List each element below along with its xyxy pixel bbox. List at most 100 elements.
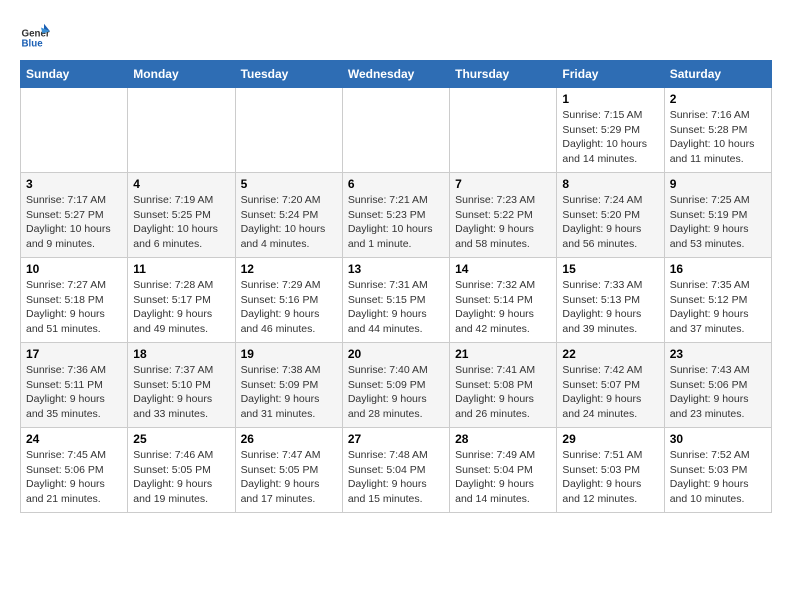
day-info: Sunrise: 7:24 AM Sunset: 5:20 PM Dayligh… [562, 193, 658, 252]
day-info: Sunrise: 7:42 AM Sunset: 5:07 PM Dayligh… [562, 363, 658, 422]
day-info: Sunrise: 7:19 AM Sunset: 5:25 PM Dayligh… [133, 193, 229, 252]
calendar-cell: 4 Sunrise: 7:19 AM Sunset: 5:25 PM Daylig… [128, 173, 235, 258]
calendar-cell: 9 Sunrise: 7:25 AM Sunset: 5:19 PM Daylig… [664, 173, 771, 258]
weekday-header-tuesday: Tuesday [235, 61, 342, 88]
calendar-cell: 20 Sunrise: 7:40 AM Sunset: 5:09 PM Dayli… [342, 343, 449, 428]
calendar-cell: 22 Sunrise: 7:42 AM Sunset: 5:07 PM Dayli… [557, 343, 664, 428]
calendar-cell: 13Sunrise: 7:31 AM Sunset: 5:15 PM Dayli… [342, 258, 449, 343]
calendar-cell: 2 Sunrise: 7:16 AM Sunset: 5:28 PM Daylig… [664, 88, 771, 173]
day-number: 26 [241, 432, 337, 446]
day-info: Sunrise: 7:46 AM Sunset: 5:05 PM Dayligh… [133, 448, 229, 507]
day-number: 6 [348, 177, 444, 191]
day-number: 20 [348, 347, 444, 361]
calendar-cell: 16 Sunrise: 7:35 AM Sunset: 5:12 PM Dayli… [664, 258, 771, 343]
day-number: 13 [348, 262, 444, 276]
day-number: 21 [455, 347, 551, 361]
day-info: Sunrise: 7:36 AM Sunset: 5:11 PM Dayligh… [26, 363, 122, 422]
calendar-cell: 15 Sunrise: 7:33 AM Sunset: 5:13 PM Dayli… [557, 258, 664, 343]
day-number: 3 [26, 177, 122, 191]
calendar-cell: 6Sunrise: 7:21 AM Sunset: 5:23 PM Daylig… [342, 173, 449, 258]
day-info: Sunrise: 7:33 AM Sunset: 5:13 PM Dayligh… [562, 278, 658, 337]
calendar-cell: 1Sunrise: 7:15 AM Sunset: 5:29 PM Daylig… [557, 88, 664, 173]
calendar-cell: 27 Sunrise: 7:48 AM Sunset: 5:04 PM Dayli… [342, 428, 449, 513]
day-number: 24 [26, 432, 122, 446]
day-info: Sunrise: 7:52 AM Sunset: 5:03 PM Dayligh… [670, 448, 766, 507]
day-info: Sunrise: 7:37 AM Sunset: 5:10 PM Dayligh… [133, 363, 229, 422]
day-number: 19 [241, 347, 337, 361]
day-info: Sunrise: 7:15 AM Sunset: 5:29 PM Dayligh… [562, 108, 658, 167]
day-info: Sunrise: 7:51 AM Sunset: 5:03 PM Dayligh… [562, 448, 658, 507]
calendar-cell: 17Sunrise: 7:36 AM Sunset: 5:11 PM Dayli… [21, 343, 128, 428]
day-number: 25 [133, 432, 229, 446]
calendar-cell [21, 88, 128, 173]
calendar-cell: 19 Sunrise: 7:38 AM Sunset: 5:09 PM Dayli… [235, 343, 342, 428]
day-info: Sunrise: 7:40 AM Sunset: 5:09 PM Dayligh… [348, 363, 444, 422]
day-number: 9 [670, 177, 766, 191]
calendar-cell: 14 Sunrise: 7:32 AM Sunset: 5:14 PM Dayli… [450, 258, 557, 343]
calendar-cell: 26 Sunrise: 7:47 AM Sunset: 5:05 PM Dayli… [235, 428, 342, 513]
weekday-header-wednesday: Wednesday [342, 61, 449, 88]
calendar-cell: 10 Sunrise: 7:27 AM Sunset: 5:18 PM Dayli… [21, 258, 128, 343]
day-number: 4 [133, 177, 229, 191]
day-number: 29 [562, 432, 658, 446]
day-info: Sunrise: 7:35 AM Sunset: 5:12 PM Dayligh… [670, 278, 766, 337]
day-number: 18 [133, 347, 229, 361]
calendar-cell: 7 Sunrise: 7:23 AM Sunset: 5:22 PM Daylig… [450, 173, 557, 258]
calendar-cell: 8 Sunrise: 7:24 AM Sunset: 5:20 PM Daylig… [557, 173, 664, 258]
day-info: Sunrise: 7:27 AM Sunset: 5:18 PM Dayligh… [26, 278, 122, 337]
day-info: Sunrise: 7:48 AM Sunset: 5:04 PM Dayligh… [348, 448, 444, 507]
day-info: Sunrise: 7:32 AM Sunset: 5:14 PM Dayligh… [455, 278, 551, 337]
day-info: Sunrise: 7:23 AM Sunset: 5:22 PM Dayligh… [455, 193, 551, 252]
day-number: 27 [348, 432, 444, 446]
logo-icon: General Blue [20, 20, 50, 50]
day-info: Sunrise: 7:43 AM Sunset: 5:06 PM Dayligh… [670, 363, 766, 422]
calendar-cell: 12 Sunrise: 7:29 AM Sunset: 5:16 PM Dayli… [235, 258, 342, 343]
calendar-cell: 30 Sunrise: 7:52 AM Sunset: 5:03 PM Dayli… [664, 428, 771, 513]
calendar-cell: 25 Sunrise: 7:46 AM Sunset: 5:05 PM Dayli… [128, 428, 235, 513]
calendar-cell: 18 Sunrise: 7:37 AM Sunset: 5:10 PM Dayli… [128, 343, 235, 428]
weekday-header-monday: Monday [128, 61, 235, 88]
day-number: 16 [670, 262, 766, 276]
day-number: 11 [133, 262, 229, 276]
day-number: 7 [455, 177, 551, 191]
weekday-header-friday: Friday [557, 61, 664, 88]
calendar-cell: 5 Sunrise: 7:20 AM Sunset: 5:24 PM Daylig… [235, 173, 342, 258]
day-info: Sunrise: 7:17 AM Sunset: 5:27 PM Dayligh… [26, 193, 122, 252]
calendar-cell: 29 Sunrise: 7:51 AM Sunset: 5:03 PM Dayli… [557, 428, 664, 513]
day-info: Sunrise: 7:47 AM Sunset: 5:05 PM Dayligh… [241, 448, 337, 507]
day-info: Sunrise: 7:29 AM Sunset: 5:16 PM Dayligh… [241, 278, 337, 337]
day-number: 14 [455, 262, 551, 276]
calendar-cell: 24 Sunrise: 7:45 AM Sunset: 5:06 PM Dayli… [21, 428, 128, 513]
weekday-header-saturday: Saturday [664, 61, 771, 88]
calendar-cell: 3 Sunrise: 7:17 AM Sunset: 5:27 PM Daylig… [21, 173, 128, 258]
day-number: 28 [455, 432, 551, 446]
day-number: 5 [241, 177, 337, 191]
day-number: 15 [562, 262, 658, 276]
day-info: Sunrise: 7:49 AM Sunset: 5:04 PM Dayligh… [455, 448, 551, 507]
calendar-cell: 23Sunrise: 7:43 AM Sunset: 5:06 PM Dayli… [664, 343, 771, 428]
day-info: Sunrise: 7:45 AM Sunset: 5:06 PM Dayligh… [26, 448, 122, 507]
day-info: Sunrise: 7:28 AM Sunset: 5:17 PM Dayligh… [133, 278, 229, 337]
day-info: Sunrise: 7:16 AM Sunset: 5:28 PM Dayligh… [670, 108, 766, 167]
weekday-header-thursday: Thursday [450, 61, 557, 88]
day-number: 22 [562, 347, 658, 361]
calendar-cell: 28 Sunrise: 7:49 AM Sunset: 5:04 PM Dayli… [450, 428, 557, 513]
logo: General Blue [20, 20, 54, 50]
day-number: 30 [670, 432, 766, 446]
svg-text:Blue: Blue [22, 38, 44, 49]
day-info: Sunrise: 7:20 AM Sunset: 5:24 PM Dayligh… [241, 193, 337, 252]
day-number: 10 [26, 262, 122, 276]
day-number: 2 [670, 92, 766, 106]
day-info: Sunrise: 7:38 AM Sunset: 5:09 PM Dayligh… [241, 363, 337, 422]
day-number: 8 [562, 177, 658, 191]
weekday-header-sunday: Sunday [21, 61, 128, 88]
calendar-cell: 21 Sunrise: 7:41 AM Sunset: 5:08 PM Dayli… [450, 343, 557, 428]
day-info: Sunrise: 7:25 AM Sunset: 5:19 PM Dayligh… [670, 193, 766, 252]
calendar-cell: 11 Sunrise: 7:28 AM Sunset: 5:17 PM Dayli… [128, 258, 235, 343]
day-info: Sunrise: 7:41 AM Sunset: 5:08 PM Dayligh… [455, 363, 551, 422]
day-number: 12 [241, 262, 337, 276]
calendar-cell [342, 88, 449, 173]
calendar-table: SundayMondayTuesdayWednesdayThursdayFrid… [20, 60, 772, 513]
page-header: General Blue [20, 20, 772, 50]
calendar-cell [128, 88, 235, 173]
